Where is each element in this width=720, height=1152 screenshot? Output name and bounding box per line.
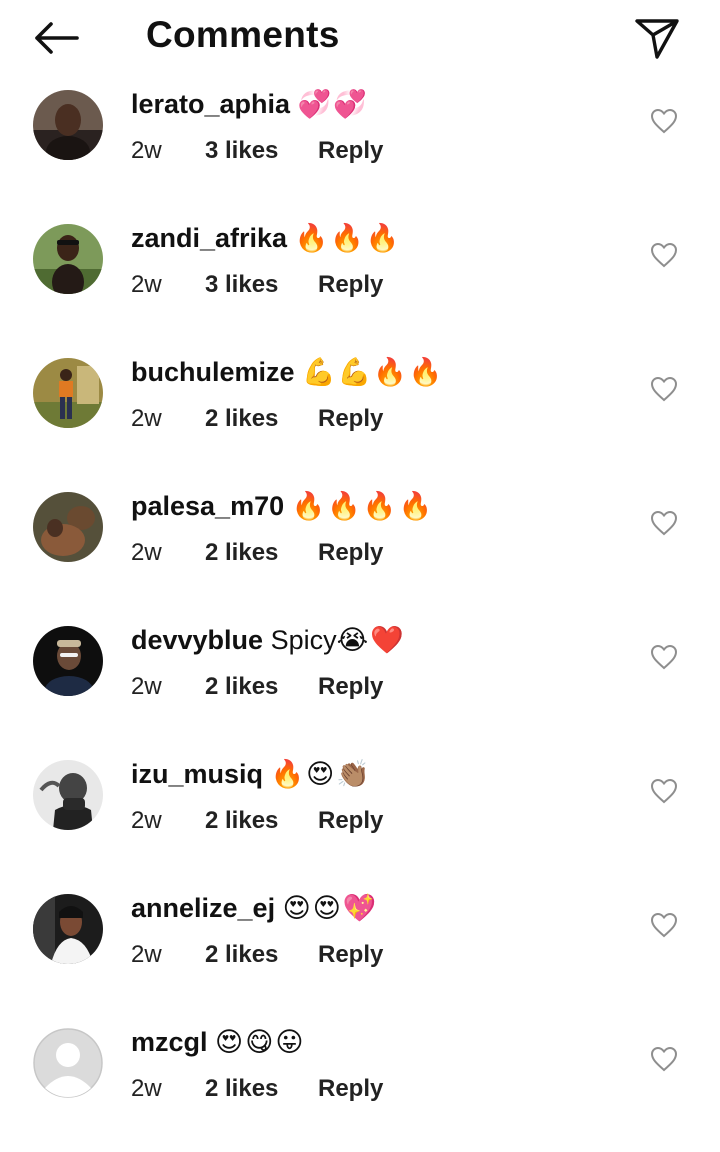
timestamp: 2w bbox=[131, 807, 162, 834]
likes-count[interactable]: 3 likes bbox=[205, 269, 318, 301]
comment-meta: 2w 2 likes Reply bbox=[131, 805, 383, 837]
timestamp: 2w bbox=[131, 405, 162, 432]
likes-count[interactable]: 2 likes bbox=[205, 805, 318, 837]
reply-button[interactable]: Reply bbox=[318, 135, 383, 167]
heart-icon[interactable] bbox=[650, 108, 678, 134]
username[interactable]: izu_musiq bbox=[131, 759, 263, 789]
likes-count[interactable]: 2 likes bbox=[205, 671, 318, 703]
comment-text: lerato_aphia 💞💞 bbox=[131, 86, 369, 122]
comment-meta: 2w 2 likes Reply bbox=[131, 939, 383, 971]
comment-list: lerato_aphia 💞💞 2w 3 likes Reply zandi_a… bbox=[0, 80, 720, 1152]
comment-meta: 2w 2 likes Reply bbox=[131, 1073, 383, 1105]
avatar[interactable] bbox=[33, 894, 103, 964]
timestamp: 2w bbox=[131, 1075, 162, 1102]
avatar[interactable] bbox=[33, 760, 103, 830]
comment-body: Spicy bbox=[270, 625, 337, 655]
comment-emojis: 💪💪🔥🔥 bbox=[302, 357, 445, 388]
comment-item: devvyblue Spicy😭❤️ 2w 2 likes Reply bbox=[0, 616, 720, 750]
avatar[interactable] bbox=[33, 224, 103, 294]
comment-emojis: 😭❤️ bbox=[336, 625, 406, 656]
reply-button[interactable]: Reply bbox=[318, 939, 383, 971]
timestamp: 2w bbox=[131, 271, 162, 298]
comment-item: zandi_afrika 🔥🔥🔥 2w 3 likes Reply bbox=[0, 214, 720, 348]
heart-icon[interactable] bbox=[650, 510, 678, 536]
heart-icon[interactable] bbox=[650, 644, 678, 670]
comment-text: devvyblue Spicy😭❤️ bbox=[131, 622, 406, 658]
default-avatar[interactable] bbox=[33, 1028, 103, 1098]
reply-button[interactable]: Reply bbox=[318, 403, 383, 435]
comment-meta: 2w 2 likes Reply bbox=[131, 403, 383, 435]
arrow-left-icon bbox=[35, 22, 79, 54]
timestamp: 2w bbox=[131, 941, 162, 968]
top-bar: Comments bbox=[0, 0, 720, 78]
avatar[interactable] bbox=[33, 492, 103, 562]
comment-meta: 2w 3 likes Reply bbox=[131, 135, 383, 167]
comment-text: buchulemize 💪💪🔥🔥 bbox=[131, 354, 445, 390]
comment-meta: 2w 2 likes Reply bbox=[131, 671, 383, 703]
heart-icon[interactable] bbox=[650, 1046, 678, 1072]
likes-count[interactable]: 3 likes bbox=[205, 135, 318, 167]
username[interactable]: annelize_ej bbox=[131, 893, 275, 923]
comment-emojis: 🔥🔥🔥 bbox=[294, 223, 402, 254]
username[interactable]: devvyblue bbox=[131, 625, 263, 655]
comment-text: palesa_m70 🔥🔥🔥🔥 bbox=[131, 488, 434, 524]
reply-button[interactable]: Reply bbox=[318, 805, 383, 837]
reply-button[interactable]: Reply bbox=[318, 1073, 383, 1105]
comment-item: lerato_aphia 💞💞 2w 3 likes Reply bbox=[0, 80, 720, 214]
reply-button[interactable]: Reply bbox=[318, 269, 383, 301]
timestamp: 2w bbox=[131, 673, 162, 700]
likes-count[interactable]: 2 likes bbox=[205, 537, 318, 569]
comment-text: zandi_afrika 🔥🔥🔥 bbox=[131, 220, 401, 256]
username[interactable]: zandi_afrika bbox=[131, 223, 287, 253]
username[interactable]: buchulemize bbox=[131, 357, 295, 387]
comment-emojis: 😍😍💖 bbox=[282, 893, 379, 924]
username[interactable]: palesa_m70 bbox=[131, 491, 284, 521]
comment-item: izu_musiq 🔥😍👏🏽 2w 2 likes Reply bbox=[0, 750, 720, 884]
reply-button[interactable]: Reply bbox=[318, 671, 383, 703]
comment-item: annelize_ej 😍😍💖 2w 2 likes Reply bbox=[0, 884, 720, 1018]
comment-emojis: 🔥🔥🔥🔥 bbox=[291, 491, 435, 522]
page-title: Comments bbox=[146, 14, 340, 55]
comment-item: mzcgl 😍😋😛 2w 2 likes Reply bbox=[0, 1018, 720, 1152]
paper-plane-icon bbox=[635, 19, 679, 59]
avatar[interactable] bbox=[33, 90, 103, 160]
reply-button[interactable]: Reply bbox=[318, 537, 383, 569]
username[interactable]: mzcgl bbox=[131, 1027, 208, 1057]
comment-emojis: 💞💞 bbox=[297, 89, 369, 120]
back-button[interactable] bbox=[28, 16, 84, 60]
username[interactable]: lerato_aphia bbox=[131, 89, 290, 119]
heart-icon[interactable] bbox=[650, 912, 678, 938]
comment-emojis: 🔥😍👏🏽 bbox=[270, 759, 372, 790]
comment-item: buchulemize 💪💪🔥🔥 2w 2 likes Reply bbox=[0, 348, 720, 482]
likes-count[interactable]: 2 likes bbox=[205, 403, 318, 435]
comment-meta: 2w 2 likes Reply bbox=[131, 537, 383, 569]
share-button[interactable] bbox=[630, 12, 684, 66]
comment-emojis: 😍😋😛 bbox=[215, 1027, 306, 1058]
comment-meta: 2w 3 likes Reply bbox=[131, 269, 383, 301]
comment-item: palesa_m70 🔥🔥🔥🔥 2w 2 likes Reply bbox=[0, 482, 720, 616]
comment-text: mzcgl 😍😋😛 bbox=[131, 1024, 306, 1060]
heart-icon[interactable] bbox=[650, 778, 678, 804]
heart-icon[interactable] bbox=[650, 376, 678, 402]
timestamp: 2w bbox=[131, 539, 162, 566]
timestamp: 2w bbox=[131, 137, 162, 164]
heart-icon[interactable] bbox=[650, 242, 678, 268]
comment-text: annelize_ej 😍😍💖 bbox=[131, 890, 379, 926]
avatar[interactable] bbox=[33, 358, 103, 428]
comment-text: izu_musiq 🔥😍👏🏽 bbox=[131, 756, 372, 792]
likes-count[interactable]: 2 likes bbox=[205, 939, 318, 971]
avatar[interactable] bbox=[33, 626, 103, 696]
likes-count[interactable]: 2 likes bbox=[205, 1073, 318, 1105]
